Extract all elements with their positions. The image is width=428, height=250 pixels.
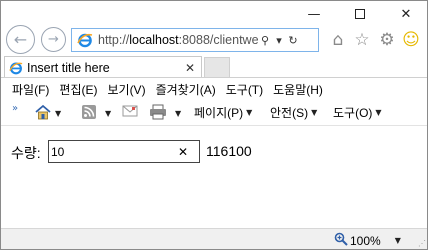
menu-view[interactable]: 보기(V)	[107, 81, 145, 98]
tab-ie-icon	[9, 61, 23, 75]
command-bar: » ▼ ▼ ▼ 페이지(P) ▼ 안전(S) ▼ 도구(O) ▼	[1, 100, 427, 126]
maximize-button[interactable]	[337, 3, 383, 25]
chevron-down-icon[interactable]: ▼	[55, 109, 61, 118]
printer-icon	[149, 104, 167, 123]
quantity-input-box[interactable]: ✕	[48, 140, 200, 163]
tab-divider	[1, 77, 427, 78]
clear-icon[interactable]: ✕	[174, 145, 192, 159]
ie-logo-icon	[76, 31, 94, 49]
chevron-down-icon: ▼	[311, 108, 318, 117]
mail-icon	[122, 104, 138, 121]
rss-icon	[81, 104, 97, 123]
browser-window: — ✕ ← → http://localhost:8088/clientwe ⚲…	[0, 0, 428, 250]
menu-tools[interactable]: 도구(T)	[226, 81, 263, 98]
url-text[interactable]: http://localhost:8088/clientwe	[98, 33, 258, 47]
tools-menu-button[interactable]: 도구(O) ▼	[333, 104, 382, 121]
home-command-button[interactable]: ▼	[34, 104, 61, 123]
zoom-magnifier-icon	[334, 232, 348, 249]
safety-menu-button[interactable]: 안전(S) ▼	[270, 104, 317, 121]
menu-bar: 파일(F) 편집(E) 보기(V) 즐겨찾기(A) 도구(T) 도움말(H)	[1, 79, 427, 99]
tab-close-icon[interactable]: ✕	[185, 61, 195, 75]
result-value: 116100	[206, 143, 252, 159]
arrow-left-icon: ←	[13, 30, 28, 49]
menu-favorites[interactable]: 즐겨찾기(A)	[156, 81, 216, 98]
print-button[interactable]: ▼	[149, 104, 181, 123]
home-icon[interactable]: ⌂	[327, 29, 349, 51]
settings-gear-icon[interactable]: ⚙	[376, 29, 398, 51]
tools-menu-label: 도구(O)	[333, 106, 373, 120]
chevron-icon[interactable]: »	[12, 103, 18, 114]
tab-active[interactable]: Insert title here ✕	[4, 56, 202, 78]
safety-menu-label: 안전(S)	[270, 106, 309, 120]
close-window-button[interactable]: ✕	[383, 3, 428, 25]
chevron-down-icon[interactable]: ▼	[395, 236, 401, 245]
minimize-button[interactable]: —	[291, 3, 337, 25]
forward-button[interactable]: →	[41, 27, 66, 52]
menu-help[interactable]: 도움말(H)	[273, 81, 323, 98]
page-menu-label: 페이지(P)	[194, 106, 244, 120]
address-dropdown-icon[interactable]: ▾	[272, 34, 286, 47]
chevron-down-icon: ▼	[375, 108, 382, 117]
chevron-down-icon[interactable]: ▼	[105, 109, 111, 118]
chevron-down-icon[interactable]: ▼	[175, 109, 181, 118]
new-tab-button[interactable]	[204, 57, 230, 78]
feeds-button[interactable]: ▼	[81, 104, 111, 123]
quantity-input[interactable]	[49, 141, 174, 162]
status-bar: 100% ▼ ⋰	[1, 228, 427, 249]
page-menu-button[interactable]: 페이지(P) ▼	[194, 104, 252, 121]
zoom-level: 100%	[350, 233, 381, 248]
close-icon: ✕	[400, 6, 412, 22]
mail-button[interactable]	[122, 104, 138, 121]
minimize-icon: —	[307, 6, 321, 22]
menu-edit[interactable]: 편집(E)	[59, 81, 97, 98]
arrow-right-icon: →	[48, 32, 59, 47]
address-bar[interactable]: http://localhost:8088/clientwe ⚲ ▾ ↻	[71, 28, 319, 52]
page-content: 수량: ✕ 116100	[1, 127, 427, 228]
quantity-label: 수량:	[11, 145, 41, 161]
favorites-star-icon[interactable]: ☆	[351, 29, 373, 51]
feedback-smiley-icon[interactable]: ☺	[400, 29, 422, 51]
back-button[interactable]: ←	[6, 25, 35, 54]
tab-title: Insert title here	[27, 60, 110, 75]
menu-file[interactable]: 파일(F)	[12, 81, 49, 98]
search-icon[interactable]: ⚲	[258, 34, 272, 47]
home-icon	[34, 104, 52, 123]
refresh-icon[interactable]: ↻	[286, 34, 300, 47]
maximize-icon	[355, 9, 365, 19]
resize-grip-icon[interactable]: ⋰	[418, 239, 426, 248]
zoom-control[interactable]: 100% ▼	[334, 232, 401, 249]
chevron-down-icon: ▼	[246, 108, 253, 117]
